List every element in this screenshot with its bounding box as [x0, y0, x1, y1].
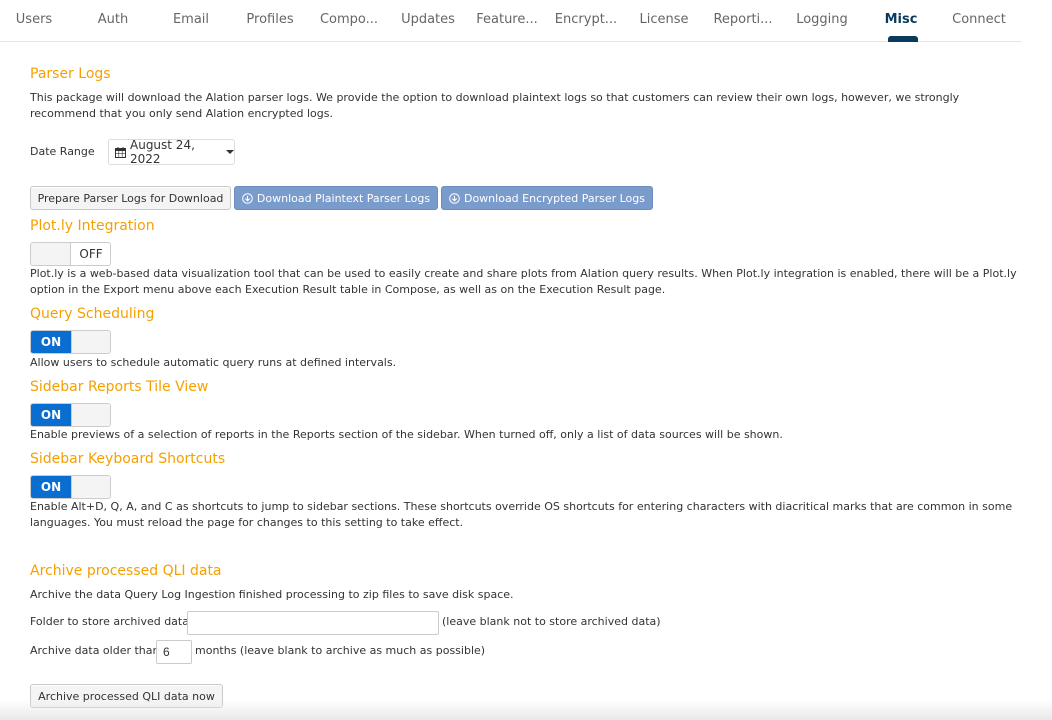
tab-auth[interactable]: Auth [98, 12, 128, 27]
archive-folder-hint: (leave blank not to store archived data) [442, 615, 661, 628]
toggle-knob [71, 331, 110, 353]
download-circle-icon [242, 192, 253, 204]
sidebar-shortcuts-description: Enable Alt+D, Q, A, and C as shortcuts t… [30, 500, 1013, 529]
tab-updates[interactable]: Updates [401, 12, 455, 27]
prepare-parser-logs-label: Prepare Parser Logs for Download [37, 191, 224, 205]
chevron-down-icon [226, 150, 234, 154]
toggle-knob [71, 476, 110, 498]
tab-users[interactable]: Users [16, 12, 52, 27]
plotly-integration-description: Plot.ly is a web-based data visualizatio… [30, 267, 1017, 296]
sidebar-tile-view-toggle[interactable]: ON [30, 403, 111, 427]
tab-compose[interactable]: Compo... [320, 12, 378, 27]
sidebar-tile-view-description: Enable previews of a selection of report… [30, 428, 783, 441]
tab-misc[interactable]: Misc [885, 12, 918, 27]
archive-folder-input[interactable] [187, 611, 439, 635]
date-range-picker[interactable]: August 24, 2022 [108, 138, 235, 166]
date-range-label: Date Range [30, 145, 95, 158]
sidebar-shortcuts-toggle[interactable]: ON [30, 475, 111, 499]
query-scheduling-description: Allow users to schedule automatic query … [30, 356, 397, 369]
toggle-state-label: ON [31, 404, 71, 426]
scroll-fade [0, 700, 1052, 720]
archive-folder-label: Folder to store archived data: [30, 615, 193, 628]
parser-logs-description: This package will download the Alation p… [30, 91, 960, 120]
download-encrypted-logs-button[interactable]: Download Encrypted Parser Logs [441, 186, 653, 210]
tab-connect[interactable]: Connect [952, 12, 1006, 27]
archive-older-than-label: Archive data older than [30, 644, 160, 657]
download-plaintext-logs-button[interactable]: Download Plaintext Parser Logs [234, 186, 438, 210]
query-scheduling-title: Query Scheduling [30, 306, 155, 322]
sidebar-shortcuts-title: Sidebar Keyboard Shortcuts [30, 451, 226, 467]
tab-features[interactable]: Feature... [476, 12, 538, 27]
toggle-state-label: ON [31, 476, 71, 498]
toggle-state-label: OFF [71, 243, 110, 265]
tab-profiles[interactable]: Profiles [246, 12, 293, 27]
date-range-value: August 24, 2022 [130, 138, 195, 166]
query-scheduling-toggle[interactable]: ON [30, 330, 111, 354]
download-circle-icon [449, 192, 460, 204]
toggle-knob [31, 243, 71, 265]
plotly-integration-toggle[interactable]: OFF [30, 242, 111, 266]
calendar-icon [115, 146, 126, 158]
tab-reporting[interactable]: Reporti... [713, 12, 772, 27]
archive-qli-title: Archive processed QLI data [30, 563, 222, 579]
tab-license[interactable]: License [639, 12, 688, 27]
toggle-knob [71, 404, 110, 426]
plotly-integration-title: Plot.ly Integration [30, 218, 155, 234]
download-plaintext-logs-label: Download Plaintext Parser Logs [256, 191, 431, 205]
download-encrypted-logs-label: Download Encrypted Parser Logs [463, 191, 646, 205]
archive-months-input[interactable] [156, 640, 192, 664]
settings-tab-bar: Users Auth Email Profiles Compo... Updat… [0, 0, 1022, 42]
archive-qli-description: Archive the data Query Log Ingestion fin… [30, 588, 514, 601]
prepare-parser-logs-button[interactable]: Prepare Parser Logs for Download [30, 186, 231, 210]
parser-logs-title: Parser Logs [30, 66, 111, 82]
tab-logging[interactable]: Logging [796, 12, 848, 27]
tab-encryption[interactable]: Encrypt... [555, 12, 617, 27]
active-tab-indicator [888, 36, 918, 42]
archive-months-hint: months (leave blank to archive as much a… [195, 644, 486, 657]
toggle-state-label: ON [31, 331, 71, 353]
tab-email[interactable]: Email [173, 12, 209, 27]
sidebar-tile-view-title: Sidebar Reports Tile View [30, 379, 209, 395]
